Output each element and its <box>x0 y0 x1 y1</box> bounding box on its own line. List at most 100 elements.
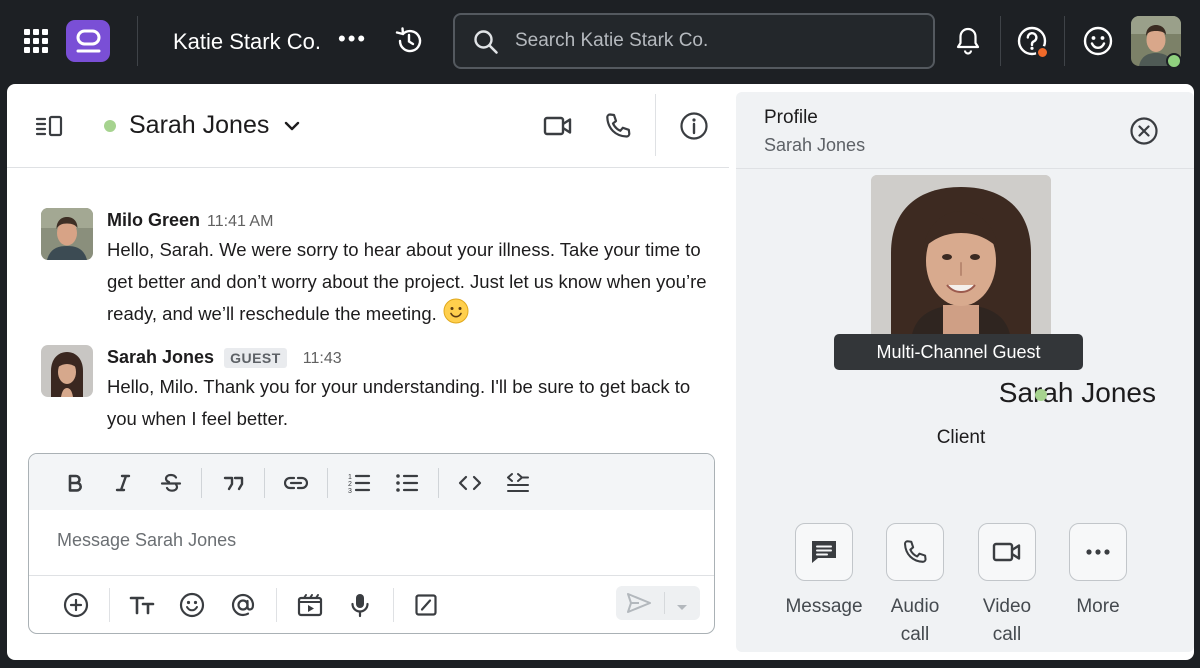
author-name[interactable]: Milo Green <box>107 210 200 231</box>
send-options-chevron-icon[interactable] <box>676 599 688 617</box>
presence-dot <box>104 120 116 132</box>
divider <box>137 16 138 66</box>
numbered-list-icon[interactable]: 123 <box>347 472 371 494</box>
message-text-content: Hello, Sarah. We were sorry to hear abou… <box>107 239 707 324</box>
profile-header: Profile Sarah Jones <box>736 92 1194 169</box>
more-button[interactable] <box>1069 523 1127 581</box>
sidebar-toggle-icon[interactable] <box>35 115 63 142</box>
video-call-action[interactable]: Video call <box>962 523 1052 649</box>
emoji-picker-icon[interactable] <box>179 592 205 618</box>
message-input-area <box>29 510 714 576</box>
message-composer: 123 <box>28 453 715 634</box>
workspace-name[interactable]: Katie Stark Co. <box>173 29 321 55</box>
app-logo[interactable] <box>66 20 110 62</box>
profile-role: Client <box>936 427 986 448</box>
send-icon[interactable] <box>626 592 652 619</box>
formatting-toolbar: 123 <box>29 454 714 510</box>
svg-text:2: 2 <box>348 481 352 488</box>
message-action[interactable]: Message <box>779 523 869 621</box>
message-text: Hello, Milo. Thank you for your understa… <box>107 376 691 429</box>
guest-badge: GUEST <box>224 348 287 368</box>
quote-icon[interactable] <box>222 472 246 494</box>
divider <box>109 588 110 622</box>
divider <box>393 588 394 622</box>
svg-text:1: 1 <box>348 474 352 481</box>
message-header: Milo Green 11:41 AM <box>107 210 273 231</box>
slash-command-icon[interactable] <box>413 592 439 618</box>
info-button[interactable] <box>679 111 709 146</box>
timestamp: 11:41 AM <box>207 213 274 230</box>
more-icon <box>1086 549 1110 555</box>
user-status-dot <box>1166 53 1182 69</box>
audio-call-button[interactable] <box>886 523 944 581</box>
message-header: Sarah Jones GUEST 11:43 <box>107 347 342 368</box>
emoji-icon[interactable] <box>1082 25 1114 62</box>
message-icon <box>812 541 836 563</box>
message-text: Hello, Sarah. We were sorry to hear abou… <box>107 234 717 334</box>
more-action[interactable]: More <box>1053 523 1143 621</box>
bold-icon[interactable] <box>63 472 87 494</box>
history-icon[interactable] <box>394 26 424 61</box>
audio-call-button[interactable] <box>603 111 633 146</box>
apps-grid-icon[interactable] <box>24 29 48 53</box>
avatar[interactable] <box>41 345 93 397</box>
message: Sarah Jones GUEST 11:43 Hello, Milo. Tha… <box>41 345 721 445</box>
info-icon <box>680 112 708 140</box>
profile-panel: Profile Sarah Jones Multi-Channel Guest … <box>736 92 1194 652</box>
divider <box>276 588 277 622</box>
code-block-icon[interactable] <box>506 472 530 494</box>
action-label: Audio call <box>890 596 940 645</box>
add-icon[interactable] <box>63 592 89 618</box>
divider <box>264 468 265 498</box>
smiley-emoji-icon <box>443 298 469 334</box>
send-button-group <box>616 586 700 620</box>
bulleted-list-icon[interactable] <box>395 472 419 494</box>
text-format-icon[interactable] <box>129 592 155 618</box>
profile-subtitle: Sarah Jones <box>764 135 866 155</box>
audio-call-action[interactable]: Audio call <box>870 523 960 649</box>
author-name[interactable]: Sarah Jones <box>107 347 214 368</box>
divider <box>1000 16 1001 66</box>
chat-title[interactable]: Sarah Jones <box>129 111 269 140</box>
search-icon <box>474 30 498 54</box>
video-call-button[interactable] <box>978 523 1036 581</box>
link-icon[interactable] <box>284 472 308 494</box>
video-clip-icon[interactable] <box>297 592 323 618</box>
action-label: Message <box>785 596 863 617</box>
divider <box>664 592 665 614</box>
action-label: Video call <box>982 596 1032 645</box>
divider <box>1064 16 1065 66</box>
divider <box>438 468 439 498</box>
workspace-more-icon[interactable]: ••• <box>338 26 367 52</box>
code-icon[interactable] <box>458 472 482 494</box>
divider <box>327 468 328 498</box>
message-input[interactable] <box>57 530 677 551</box>
video-icon <box>543 116 572 136</box>
guest-type-badge: Multi-Channel Guest <box>834 334 1083 370</box>
phone-icon <box>606 113 631 138</box>
message: Milo Green 11:41 AM Hello, Sarah. We wer… <box>41 208 721 328</box>
profile-label: Profile <box>764 107 818 128</box>
video-icon <box>992 542 1021 562</box>
search-input[interactable] <box>515 27 915 55</box>
microphone-icon[interactable] <box>347 592 373 618</box>
italic-icon[interactable] <box>111 472 135 494</box>
close-icon[interactable] <box>1129 116 1159 151</box>
divider <box>201 468 202 498</box>
timestamp: 11:43 <box>302 350 342 367</box>
bell-icon[interactable] <box>954 26 982 61</box>
svg-text:3: 3 <box>348 488 352 494</box>
search-box[interactable] <box>453 13 935 69</box>
chevron-down-icon[interactable] <box>284 119 300 137</box>
message-button[interactable] <box>795 523 853 581</box>
composer-actions <box>29 576 714 633</box>
strikethrough-icon[interactable] <box>159 472 183 494</box>
phone-icon <box>903 540 927 563</box>
main-panel: Sarah Jones Milo Green 11:41 AM Hello, S… <box>7 84 1194 660</box>
divider <box>655 94 656 156</box>
video-call-button[interactable] <box>543 113 573 144</box>
chat-header: Sarah Jones <box>7 84 729 168</box>
avatar[interactable] <box>41 208 93 260</box>
mention-icon[interactable] <box>230 592 256 618</box>
notification-badge <box>1036 46 1049 59</box>
